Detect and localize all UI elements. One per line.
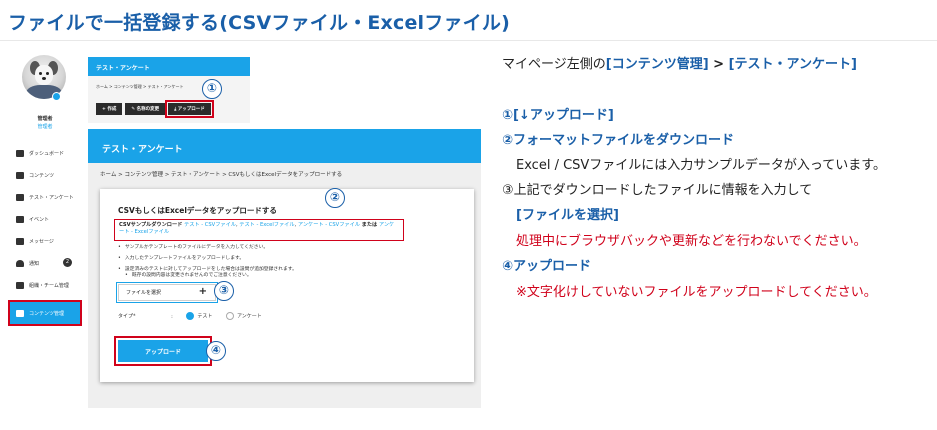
user-name: 管理者 (37, 116, 53, 122)
sample-download-links: CSVサンプルダウンロード テスト - CSVファイル, テスト - Excel… (114, 219, 404, 241)
step-4-warning: ※文字化けしていないファイルをアップロードしてください。 (516, 285, 877, 300)
sidebar-item-label: ダッシュボード (29, 150, 65, 157)
test-survey-panel-small: テスト・アンケート ホーム > コンテンツ管理 > テスト・アンケート + 作成… (88, 57, 250, 123)
menu-path-content-management: [コンテンツ管理] (605, 57, 709, 72)
breadcrumb: ホーム > コンテンツ管理 > テスト・アンケート > CSVもしくはExcel… (100, 172, 343, 178)
instruction-bullet: サンプルかテンプレートのファイルにデータを入力してください。 (118, 245, 268, 251)
menu-path-test-survey: [テスト・アンケート] (728, 57, 857, 72)
step-marker-1: ① (202, 79, 222, 99)
panel-title: テスト・アンケート (88, 129, 481, 163)
sidebar-item-label: 組織・チーム管理 (29, 282, 69, 289)
radio-test-label: テスト (197, 313, 213, 320)
sidebar-item-team[interactable]: 組織・チーム管理 (10, 274, 80, 296)
edit-profile-icon[interactable] (52, 92, 61, 101)
step-2-note: Excel / CSVファイルには入力サンプルデータが入っています。 (516, 158, 886, 173)
upload-button[interactable]: アップロード (114, 336, 212, 366)
sidebar-item-content-management[interactable]: コンテンツ管理 (8, 300, 82, 326)
path-separator: > (708, 57, 729, 72)
sidebar-item-label: メッセージ (29, 238, 54, 245)
test-excel-link[interactable]: テスト - Excelファイル (239, 222, 294, 228)
radio-test[interactable] (186, 312, 195, 320)
bell-icon (16, 259, 24, 267)
content-icon (16, 171, 24, 179)
step-marker-3: ③ (214, 281, 234, 301)
type-separator: : (171, 313, 173, 320)
step-2-text: ②フォーマットファイルをダウンロード (502, 133, 735, 148)
test-icon (16, 193, 24, 201)
step-marker-4: ④ (206, 341, 226, 361)
step-3-warning: 処理中にブラウザバックや更新などを行わないでください。 (516, 234, 867, 249)
step-marker-2: ② (325, 188, 345, 208)
step-3-text: ③上記でダウンロードしたファイルに情報を入力して (502, 183, 813, 198)
test-csv-link[interactable]: テスト - CSVファイル (184, 222, 236, 228)
type-selector: タイプ* : テスト アンケート (118, 312, 262, 320)
user-role: 管理者 (37, 124, 53, 130)
sidebar-item-content[interactable]: コンテンツ (10, 164, 80, 186)
step-1-text: ①[↓アップロード] (502, 108, 614, 123)
create-button[interactable]: + 作成 (96, 103, 123, 115)
upload-dialog: CSVもしくはExcelデータをアップロードする CSVサンプルダウンロード テ… (100, 189, 474, 382)
sidebar-item-test[interactable]: テスト・アンケート (10, 186, 80, 208)
message-icon (16, 237, 24, 245)
instruction-bullet: 入力したテンプレートファイルをアップロードします。 (118, 256, 244, 262)
sidebar-item-dashboard[interactable]: ダッシュボード (10, 142, 80, 164)
plus-icon: + (198, 286, 207, 297)
divider (0, 40, 937, 41)
sidebar: 管理者 管理者 ダッシュボード コンテンツ テスト・アンケート イベント メッセ… (8, 52, 82, 392)
panel-title: テスト・アンケート (88, 57, 250, 76)
dashboard-icon (16, 149, 24, 157)
sidebar-item-event[interactable]: イベント (10, 208, 80, 230)
choose-file-label: ファイルを選択 (126, 290, 162, 296)
sidebar-item-label: コンテンツ (29, 172, 55, 179)
team-icon (16, 281, 24, 289)
or-label: または (361, 222, 378, 228)
rename-button[interactable]: ✎ 名称の変更 (125, 103, 166, 115)
step-3-action: [ファイルを選択] (516, 208, 619, 223)
sidebar-item-label: 通知 (29, 260, 40, 267)
step-4-text: ④アップロード (502, 259, 592, 274)
page-title: ファイルで一括登録する(CSVファイル・Excelファイル) (8, 12, 510, 34)
megaphone-icon (16, 215, 24, 223)
sidebar-item-label: コンテンツ管理 (29, 310, 65, 317)
notification-count-badge: 2 (63, 258, 72, 267)
breadcrumb: ホーム > コンテンツ管理 > テスト・アンケート (96, 84, 184, 89)
folder-icon (16, 309, 24, 317)
survey-csv-link[interactable]: アンケート - CSVファイル (298, 222, 360, 228)
toolbar: + 作成 ✎ 名称の変更 ⤓ アップロード (96, 100, 214, 118)
upload-page-panel: テスト・アンケート ホーム > コンテンツ管理 > テスト・アンケート > CS… (88, 129, 481, 408)
upload-menu-button[interactable]: ⤓ アップロード (165, 100, 214, 118)
dialog-title: CSVもしくはExcelデータをアップロードする (118, 206, 277, 215)
type-label: タイプ* (118, 313, 136, 320)
sidebar-item-label: テスト・アンケート (29, 194, 74, 201)
sidebar-item-label: イベント (29, 216, 50, 223)
instruction-bullet-continued: 既存の設問内容は変更されませんのでご注意ください。 (125, 273, 252, 279)
instruction-text: マイページ左側の (502, 57, 606, 72)
sample-download-label: CSVサンプルダウンロード (119, 222, 183, 228)
radio-survey[interactable] (226, 312, 234, 320)
sidebar-nav: ダッシュボード コンテンツ テスト・アンケート イベント メッセージ 通知 2 … (8, 142, 82, 326)
sidebar-item-notification[interactable]: 通知 2 (10, 252, 80, 274)
radio-survey-label: アンケート (237, 313, 262, 320)
sidebar-item-message[interactable]: メッセージ (10, 230, 80, 252)
choose-file-button[interactable]: ファイルを選択 + (116, 282, 218, 303)
instruction-line-1: マイページ左側の[コンテンツ管理] > [テスト・アンケート] (502, 53, 857, 72)
